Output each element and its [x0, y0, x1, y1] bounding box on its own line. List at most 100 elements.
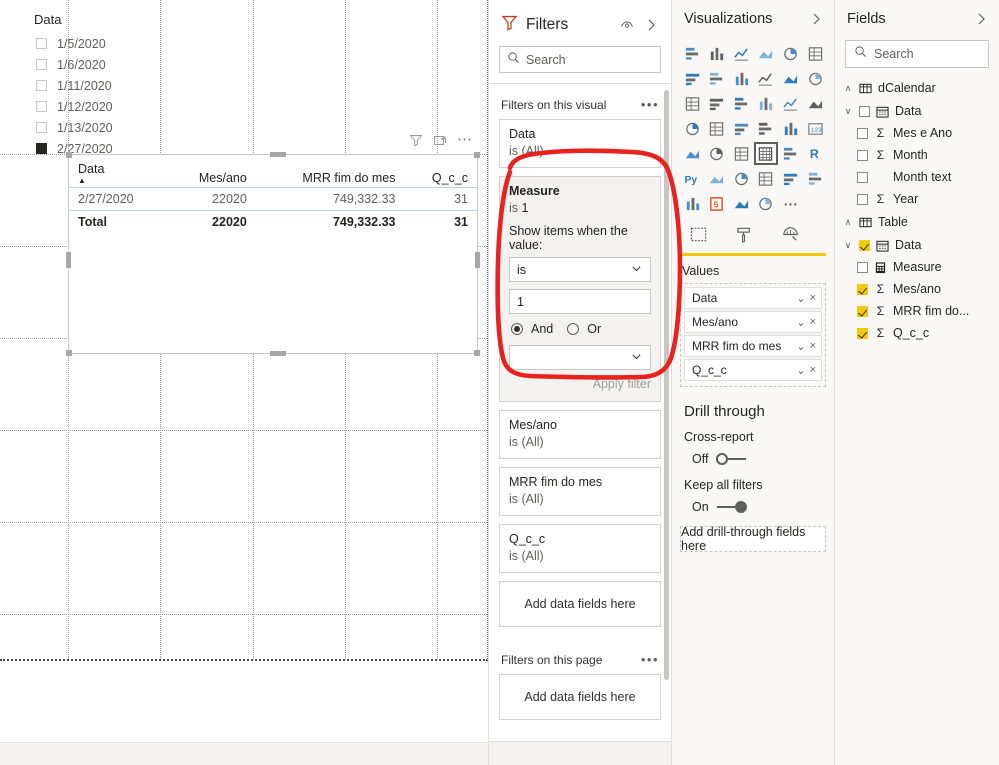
filter-card[interactable]: MRR fim do mes is (All) — [499, 467, 661, 516]
area-chart-icon[interactable] — [705, 67, 729, 90]
filters-drop-zone[interactable]: Add data fields here — [499, 581, 661, 627]
key-influencers-icon[interactable] — [705, 167, 729, 190]
chevron-down-icon[interactable]: ∨ — [843, 240, 853, 251]
ribbon-chart-icon[interactable] — [803, 67, 827, 90]
resize-handle-se[interactable] — [474, 350, 480, 356]
chevron-right-icon[interactable] — [973, 11, 989, 27]
resize-handle-s[interactable] — [270, 351, 286, 356]
chevron-down-icon[interactable]: ⌄ — [796, 340, 805, 353]
decomposition-tree-icon[interactable] — [729, 167, 753, 190]
report-canvas[interactable]: Data 1/5/2020 1/6/2020 1/11/2020 1/12/2020 1… — [0, 0, 488, 765]
gantt-icon[interactable] — [729, 192, 753, 215]
python-visual-icon[interactable]: Py — [680, 167, 704, 190]
resize-handle-sw[interactable] — [66, 350, 72, 356]
table-icon[interactable] — [753, 142, 778, 165]
slicer-checkbox[interactable] — [36, 101, 47, 112]
bar-icon[interactable] — [754, 192, 778, 215]
field-checkbox[interactable] — [857, 283, 868, 295]
field-row[interactable]: Σ Month — [835, 144, 999, 166]
table-group-table[interactable]: ∧ Table — [835, 210, 999, 234]
field-row[interactable]: Σ Year — [835, 188, 999, 210]
values-well-item[interactable]: Mes/ano ⌄ × — [684, 311, 822, 333]
table-cell[interactable]: 22020 — [167, 187, 256, 211]
section-more-options-icon[interactable]: ••• — [641, 653, 659, 666]
cross-report-toggle[interactable] — [716, 453, 747, 465]
filter-operator-select[interactable]: is — [509, 257, 651, 282]
field-checkbox[interactable] — [857, 261, 868, 273]
field-row[interactable]: ∨ Data — [835, 234, 999, 256]
field-checkbox[interactable] — [859, 105, 870, 117]
scatter-chart-icon[interactable] — [729, 92, 753, 115]
chevron-down-icon[interactable]: ∨ — [843, 106, 853, 117]
filter-card[interactable]: Mes/ano is (All) — [499, 410, 661, 459]
table-row[interactable]: 2/27/2020 22020 749,332.33 31 — [69, 187, 477, 211]
filters-search-input[interactable]: Search — [499, 46, 661, 73]
eye-icon[interactable] — [619, 17, 635, 33]
r-script-visual-icon[interactable]: R — [803, 142, 827, 165]
slicer-checkbox[interactable] — [36, 122, 47, 133]
line-clustered-column-chart-icon[interactable] — [779, 67, 803, 90]
resize-handle-nw[interactable] — [66, 152, 72, 158]
field-checkbox[interactable] — [857, 305, 868, 317]
card-icon[interactable]: 123 — [803, 117, 827, 140]
stacked-bar-chart-icon[interactable] — [680, 42, 704, 65]
clustered-column-chart-icon[interactable] — [754, 42, 778, 65]
funnel-chart-icon[interactable] — [705, 92, 729, 115]
field-checkbox[interactable] — [857, 149, 868, 161]
analytics-icon[interactable] — [778, 223, 802, 246]
field-row[interactable]: Σ MRR fim do... — [835, 300, 999, 322]
chevron-down-icon[interactable]: ⌄ — [796, 292, 805, 305]
line-stacked-column-chart-icon[interactable] — [754, 67, 778, 90]
remove-field-icon[interactable]: × — [810, 364, 816, 376]
filled-map-icon[interactable] — [705, 117, 729, 140]
paginated-report-icon[interactable] — [803, 167, 827, 190]
smart-narrative-icon[interactable] — [779, 167, 803, 190]
values-well-item[interactable]: Q_c_c ⌄ × — [684, 359, 822, 381]
resize-handle-n[interactable] — [270, 152, 286, 157]
format-paint-icon[interactable] — [732, 223, 756, 246]
hundred-percent-stacked-bar-icon[interactable] — [779, 42, 803, 65]
html5-visual-icon[interactable]: 5 — [705, 192, 729, 215]
filter-operand-input[interactable]: 1 — [509, 289, 651, 314]
column-header[interactable]: Data ▲ — [69, 155, 168, 188]
chevron-down-icon[interactable]: ⌄ — [796, 316, 805, 329]
more-options-icon[interactable]: ⋯ — [457, 132, 473, 147]
resize-handle-e[interactable] — [475, 252, 480, 268]
values-well-item[interactable]: MRR fim do mes ⌄ × — [684, 335, 822, 357]
field-row[interactable]: ∨ Data — [835, 100, 999, 122]
matrix-icon[interactable] — [779, 142, 803, 165]
field-row[interactable]: Σ Q_c_c — [835, 322, 999, 344]
clustered-bar-chart-icon[interactable] — [729, 42, 753, 65]
treemap-icon[interactable] — [803, 92, 827, 115]
more-visuals-icon[interactable] — [779, 192, 803, 215]
filter-card[interactable]: Data is (All) — [499, 119, 661, 168]
gauge-icon[interactable] — [779, 117, 803, 140]
pie-chart-icon[interactable] — [754, 92, 778, 115]
slicer-icon[interactable] — [729, 142, 753, 165]
filter-second-operator-select[interactable] — [509, 345, 651, 370]
field-row[interactable]: Month text — [835, 166, 999, 188]
field-checkbox[interactable] — [857, 171, 868, 183]
filters-drop-zone[interactable]: Add data fields here — [499, 674, 661, 720]
fields-search-input[interactable]: Search — [845, 40, 989, 68]
focus-mode-icon[interactable] — [433, 133, 447, 147]
map-icon[interactable] — [680, 117, 704, 140]
values-well[interactable]: Data ⌄ × Mes/ano ⌄ × MRR fim do mes ⌄ × Q_c_c ⌄ × — [680, 283, 826, 387]
stacked-area-chart-icon[interactable] — [729, 67, 753, 90]
multi-row-card-icon[interactable] — [680, 142, 704, 165]
chevron-right-icon[interactable] — [808, 11, 824, 27]
remove-field-icon[interactable]: × — [810, 316, 816, 328]
hundred-percent-stacked-column-icon[interactable] — [803, 42, 827, 65]
table-cell[interactable]: 31 — [404, 187, 477, 211]
slicer-checkbox[interactable] — [36, 143, 47, 154]
power-apps-icon[interactable] — [680, 192, 704, 215]
remove-field-icon[interactable]: × — [810, 340, 816, 352]
slicer-item[interactable]: 1/12/2020 — [30, 96, 210, 117]
slicer-item[interactable]: 1/13/2020 — [30, 117, 210, 138]
table-group-dcalendar[interactable]: ∧ dCalendar — [835, 76, 999, 100]
chevron-up-icon[interactable]: ∧ — [843, 217, 853, 228]
slicer-checkbox[interactable] — [36, 59, 47, 70]
date-slicer[interactable]: Data 1/5/2020 1/6/2020 1/11/2020 1/12/2020 1… — [30, 12, 210, 156]
table-visual[interactable]: ⋯ Data ▲ Mes/ano MRR fim do mes Q_c_c 2/27/2… — [66, 132, 480, 356]
values-well-item[interactable]: Data ⌄ × — [684, 287, 822, 309]
